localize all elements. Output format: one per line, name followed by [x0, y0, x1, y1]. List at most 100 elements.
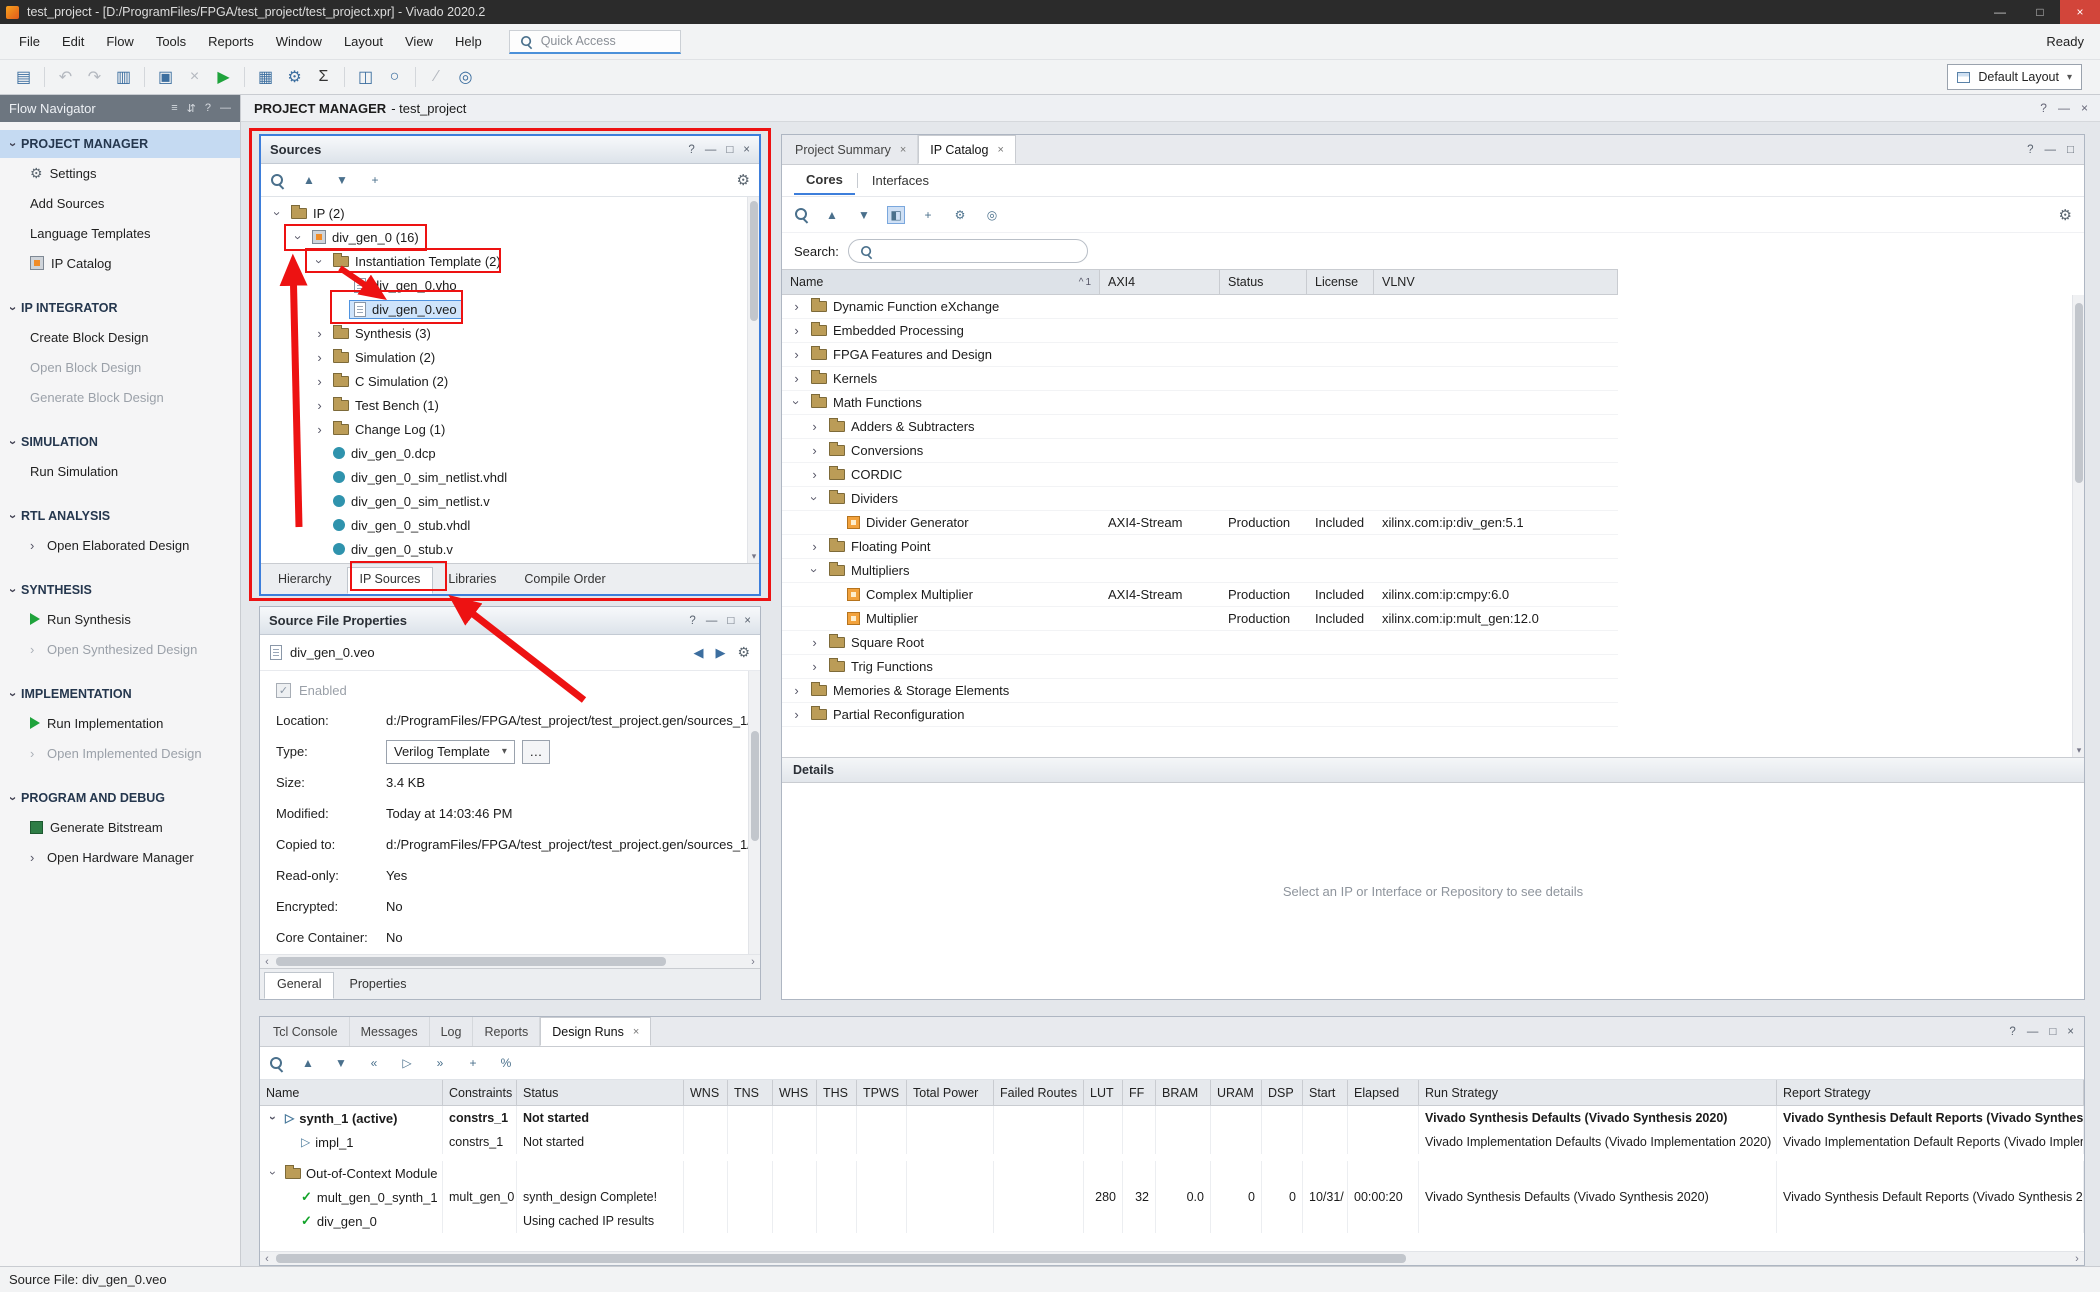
ip-catalog-row-square-root[interactable]: ›Square Root: [782, 631, 1618, 655]
chevron-down-icon[interactable]: ›: [790, 394, 803, 411]
minimize-icon[interactable]: —: [705, 144, 717, 156]
chevron-right-icon[interactable]: ›: [788, 300, 805, 313]
menu-item-flow[interactable]: Flow: [95, 34, 144, 49]
column-header-ths[interactable]: THS: [817, 1080, 857, 1105]
properties-panel-header[interactable]: Source File Properties ? — □ ×: [260, 607, 760, 635]
scrollbar-thumb[interactable]: [2075, 303, 2083, 483]
close-icon[interactable]: ×: [633, 1026, 639, 1038]
flow-section-simulation[interactable]: ›SIMULATION: [0, 428, 240, 456]
minimize-icon[interactable]: —: [706, 615, 718, 627]
collapse-all-icon[interactable]: ▲: [823, 206, 841, 224]
column-header-bram[interactable]: BRAM: [1156, 1080, 1211, 1105]
tab-log[interactable]: Log: [430, 1017, 474, 1046]
tab-properties[interactable]: Properties: [336, 972, 419, 999]
column-header-whs[interactable]: WHS: [773, 1080, 817, 1105]
chevron-right-icon[interactable]: ›: [788, 684, 805, 697]
ip-catalog-row-dynamic-function-exchange[interactable]: ›Dynamic Function eXchange: [782, 295, 1618, 319]
scrollbar-thumb[interactable]: [750, 201, 758, 321]
column-header-name[interactable]: Name: [260, 1080, 443, 1105]
source-tree-item-change-log-1[interactable]: ›Change Log (1): [261, 417, 759, 441]
minimize-icon[interactable]: —: [2058, 101, 2070, 115]
column-header-axi4[interactable]: AXI4: [1100, 270, 1220, 294]
ip-catalog-row-dividers[interactable]: ›Dividers: [782, 487, 1618, 511]
add-repository-icon[interactable]: +: [919, 206, 937, 224]
menu-item-file[interactable]: File: [8, 34, 51, 49]
source-tree-item-div-gen-0-stub-v[interactable]: div_gen_0_stub.v: [261, 537, 759, 561]
menu-item-view[interactable]: View: [394, 34, 444, 49]
flow-item-generate-bitstream[interactable]: Generate Bitstream: [0, 812, 240, 842]
menu-item-reports[interactable]: Reports: [197, 34, 265, 49]
column-header-lut[interactable]: LUT: [1084, 1080, 1123, 1105]
chevron-right-icon[interactable]: ›: [311, 399, 328, 412]
design-run-row-mult-gen-0-synth-1[interactable]: ✓mult_gen_0_synth_1mult_gen_0synth_desig…: [260, 1185, 2084, 1209]
gear-icon[interactable]: ⚙: [737, 644, 750, 661]
search-icon[interactable]: [270, 173, 285, 188]
report-sum-icon[interactable]: Σ: [310, 64, 337, 90]
flow-section-rtl-analysis[interactable]: ›RTL ANALYSIS: [0, 502, 240, 530]
search-icon[interactable]: [269, 1056, 284, 1071]
ip-catalog-row-kernels[interactable]: ›Kernels: [782, 367, 1618, 391]
expand-all-icon[interactable]: ▼: [855, 206, 873, 224]
tab-general[interactable]: General: [264, 972, 334, 999]
scroll-left-icon[interactable]: ‹: [260, 955, 274, 969]
ip-catalog-row-conversions[interactable]: ›Conversions: [782, 439, 1618, 463]
window-maximize-button[interactable]: □: [2020, 0, 2060, 24]
group-by-category-icon[interactable]: ◧: [887, 206, 905, 224]
chevron-right-icon[interactable]: ›: [311, 327, 328, 340]
help-icon[interactable]: ?: [2040, 101, 2047, 115]
chevron-down-icon[interactable]: ›: [313, 253, 326, 270]
ip-catalog-row-multiplier[interactable]: MultiplierProductionIncludedxilinx.com:i…: [782, 607, 1618, 631]
source-tree-item-div-gen-0-sim-netlist-vhdl[interactable]: div_gen_0_sim_netlist.vhdl: [261, 465, 759, 489]
source-tree-item-instantiation-template-2[interactable]: ›Instantiation Template (2): [261, 249, 759, 273]
flow-section-ip-integrator[interactable]: ›IP INTEGRATOR: [0, 294, 240, 322]
tab-tcl-console[interactable]: Tcl Console: [262, 1017, 350, 1046]
chevron-down-icon[interactable]: ›: [808, 562, 821, 579]
source-tree-item-div-gen-0-dcp[interactable]: div_gen_0.dcp: [261, 441, 759, 465]
tab-ip-sources[interactable]: IP Sources: [347, 567, 434, 594]
flow-item-generate-block-design[interactable]: Generate Block Design: [0, 382, 240, 412]
close-icon[interactable]: ×: [997, 144, 1003, 156]
help-icon[interactable]: ?: [205, 102, 211, 115]
settings-gear-icon[interactable]: ⚙: [2059, 206, 2072, 224]
type-select[interactable]: Verilog Template▾: [386, 740, 515, 764]
sort-icon[interactable]: ⇵: [187, 102, 196, 115]
window-minimize-button[interactable]: —: [1980, 0, 2020, 24]
scroll-down-icon[interactable]: ▾: [748, 551, 759, 562]
column-header-tpws[interactable]: TPWS: [857, 1080, 907, 1105]
properties-vertical-scrollbar[interactable]: [748, 671, 760, 954]
ip-search-input[interactable]: [848, 239, 1088, 263]
layout-select[interactable]: Default Layout ▾: [1947, 64, 2082, 90]
ip-catalog-row-complex-multiplier[interactable]: Complex MultiplierAXI4-StreamProductionI…: [782, 583, 1618, 607]
flow-item-run-simulation[interactable]: Run Simulation: [0, 456, 240, 486]
source-tree-item-synthesis-3[interactable]: ›Synthesis (3): [261, 321, 759, 345]
close-icon[interactable]: ×: [743, 144, 750, 156]
scrollbar-thumb[interactable]: [751, 731, 759, 841]
ip-catalog-row-embedded-processing[interactable]: ›Embedded Processing: [782, 319, 1618, 343]
properties-horizontal-scrollbar[interactable]: ‹ ›: [260, 954, 760, 968]
flow-item-open-hardware-manager[interactable]: ›Open Hardware Manager: [0, 842, 240, 872]
chevron-right-icon[interactable]: ›: [806, 660, 823, 673]
tab-reports[interactable]: Reports: [473, 1017, 540, 1046]
flow-section-synthesis[interactable]: ›SYNTHESIS: [0, 576, 240, 604]
scrollbar-thumb[interactable]: [276, 957, 666, 966]
chevron-down-icon[interactable]: ›: [271, 205, 284, 222]
source-tree-item-div-gen-0-sim-netlist-v[interactable]: div_gen_0_sim_netlist.v: [261, 489, 759, 513]
ip-catalog-row-trig-functions[interactable]: ›Trig Functions: [782, 655, 1618, 679]
chevron-right-icon[interactable]: ›: [806, 468, 823, 481]
expand-all-icon[interactable]: ▼: [332, 1054, 350, 1072]
source-tree-item-div-gen-0-16[interactable]: ›div_gen_0 (16): [261, 225, 759, 249]
expand-all-icon[interactable]: ▼: [333, 171, 351, 189]
source-tree-item-simulation-2[interactable]: ›Simulation (2): [261, 345, 759, 369]
design-run-row-div-gen-0[interactable]: ✓div_gen_0Using cached IP results: [260, 1209, 2084, 1233]
run-icon[interactable]: ▷: [398, 1054, 416, 1072]
source-tree-item-div-gen-0-vho[interactable]: div_gen_0.vho: [261, 273, 759, 297]
tab-compile-order[interactable]: Compile Order: [511, 567, 618, 594]
flow-item-ip-catalog[interactable]: IP Catalog: [0, 248, 240, 278]
scroll-right-icon[interactable]: ›: [2070, 1252, 2084, 1266]
runs-horizontal-scrollbar[interactable]: ‹ ›: [260, 1251, 2084, 1265]
flow-item-run-implementation[interactable]: Run Implementation: [0, 708, 240, 738]
column-header-total-power[interactable]: Total Power: [907, 1080, 994, 1105]
undo-icon[interactable]: ↶: [52, 64, 79, 90]
ip-catalog-row-adders-subtracters[interactable]: ›Adders & Subtracters: [782, 415, 1618, 439]
close-icon[interactable]: ×: [2067, 1026, 2074, 1038]
